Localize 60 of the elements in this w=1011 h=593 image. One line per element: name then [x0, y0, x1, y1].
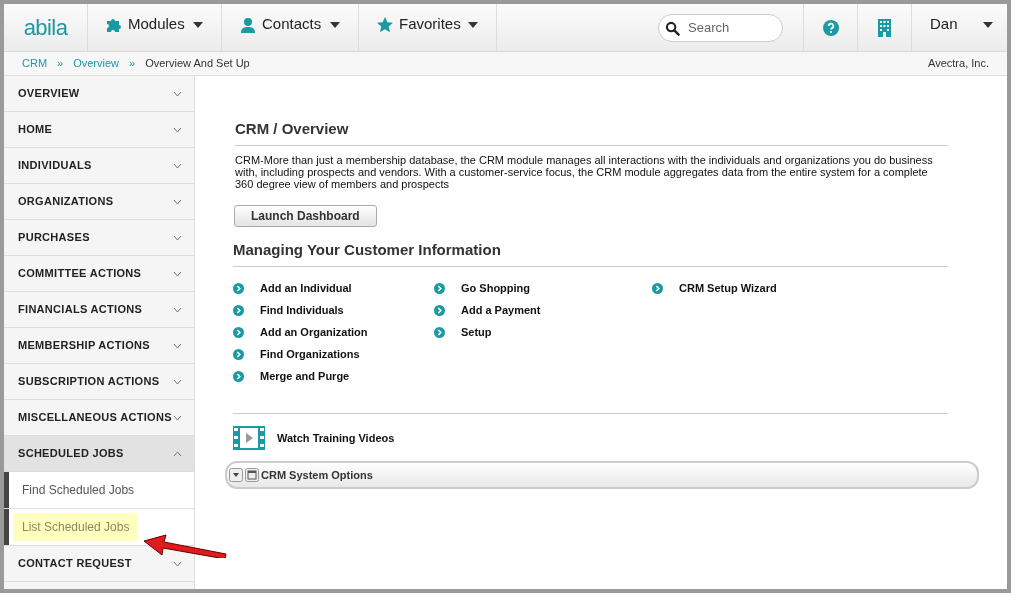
menu-button[interactable]: Contacts	[222, 4, 359, 51]
arrow-circle-icon	[233, 304, 244, 316]
arrow-circle-icon	[434, 304, 445, 316]
menu-button[interactable]: Modules	[88, 4, 222, 51]
chevron-icon	[173, 126, 182, 133]
description-text: CRM-More than just a membership database, the CRM module manages all interactions with the individuals and organizations you do business with, including prospects and vendors. With a customer-service focus, the CRM module aggregates data from the entire system for a complete 360 degree view of members and prospects	[235, 153, 934, 190]
sidebar-link[interactable]: List Scheduled Jobs	[13, 513, 139, 541]
action-link[interactable]: Go Shopping	[461, 279, 531, 297]
search-icon	[665, 20, 680, 36]
organization-name: Avectra, Inc.	[928, 56, 989, 72]
arrow-circle-icon	[233, 370, 244, 382]
separator: »	[57, 56, 64, 72]
building-icon[interactable]	[877, 18, 892, 37]
caret-icon	[330, 21, 340, 28]
window-icon[interactable]	[245, 468, 259, 482]
chevron-icon	[173, 342, 182, 349]
sidebar-section[interactable]: SCHEDULED JOBS	[4, 436, 194, 472]
breadcrumb-current: Overview And Set Up	[145, 56, 250, 72]
chevron-icon	[173, 450, 182, 457]
search-field[interactable]: Search	[658, 13, 783, 42]
action-link[interactable]: Find Individuals	[260, 301, 344, 319]
arrow-circle-icon	[233, 326, 244, 338]
help-icon[interactable]	[822, 19, 839, 36]
chevron-icon	[173, 270, 182, 277]
separator: »	[129, 56, 136, 72]
launch-dashboard-button[interactable]: Launch Dashboard	[234, 204, 377, 227]
action-link[interactable]: Setup	[461, 323, 492, 341]
arrow-circle-icon	[434, 326, 445, 338]
chevron-icon	[173, 560, 182, 567]
caret-icon	[193, 21, 203, 28]
action-link[interactable]: Find Organizations	[260, 345, 360, 363]
action-link[interactable]: Add a Payment	[461, 301, 541, 319]
menu-button[interactable]: Favorites	[359, 4, 497, 51]
chevron-icon	[173, 414, 182, 421]
action-link[interactable]: CRM Setup Wizard	[679, 279, 777, 297]
arrow-circle-icon	[652, 282, 663, 294]
page-title: CRM / Overview	[235, 118, 948, 146]
action-link[interactable]: Merge and Purge	[260, 367, 350, 385]
puzzle-icon	[106, 16, 122, 33]
section-title: Managing Your Customer Information	[233, 238, 948, 267]
chevron-icon	[173, 198, 182, 205]
video-icon[interactable]	[233, 426, 265, 450]
caret-icon	[983, 21, 993, 28]
chevron-icon	[173, 234, 182, 241]
options-panel[interactable]: CRM System Options	[225, 461, 979, 489]
action-link[interactable]: Add an Individual	[260, 279, 352, 297]
training-videos-link[interactable]: Watch Training Videos	[277, 429, 395, 447]
caret-icon	[468, 21, 478, 28]
arrow-circle-icon	[233, 282, 244, 294]
action-link[interactable]: Add an Organization	[260, 323, 368, 341]
star-icon	[377, 16, 393, 33]
chevron-icon	[173, 162, 182, 169]
chevron-icon	[173, 306, 182, 313]
collapse-icon[interactable]	[229, 468, 243, 482]
user-menu[interactable]: Dan	[911, 4, 1007, 51]
arrow-circle-icon	[233, 348, 244, 360]
person-icon	[240, 16, 256, 33]
chevron-icon	[173, 90, 182, 97]
chevron-icon	[173, 378, 182, 385]
arrow-circle-icon	[434, 282, 445, 294]
